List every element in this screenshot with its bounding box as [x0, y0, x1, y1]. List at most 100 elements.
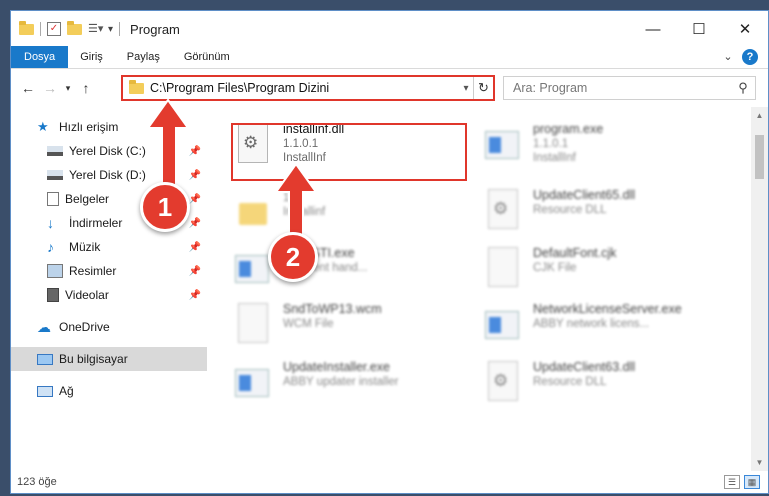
address-dropdown-icon[interactable]: ▾ — [459, 83, 473, 94]
file-item[interactable]: program.exe 1.1.0.1 InstallInf — [485, 119, 735, 179]
new-folder-icon[interactable] — [67, 20, 82, 35]
help-icon[interactable]: ? — [742, 49, 758, 65]
pin-icon: 📌 — [188, 289, 201, 301]
file-name: NetworkLicenseServer.exe — [533, 302, 682, 316]
scrollbar-thumb[interactable] — [755, 135, 764, 179]
properties-icon[interactable]: ✓ — [47, 22, 61, 36]
file-description: Resource DLL — [533, 376, 607, 388]
sidebar-item-music[interactable]: ♪ Müzik 📌 — [11, 235, 207, 259]
file-name: UpdateInstaller.exe — [283, 360, 391, 374]
window-controls: — ☐ ✕ — [630, 11, 768, 47]
file-item[interactable]: NetworkLicenseServer.exe ABBY network li… — [485, 299, 735, 359]
file-item[interactable]: DefaultFont.cjk CJK File — [485, 243, 735, 303]
close-button[interactable]: ✕ — [722, 11, 768, 47]
file-name: UpdateClient65.dll — [533, 188, 636, 202]
file-icon — [485, 247, 521, 291]
file-item[interactable]: UpdateClient63.dll Resource DLL — [485, 357, 735, 417]
pin-icon: 📌 — [188, 241, 201, 253]
file-name: SndToWP13.wcm — [283, 302, 382, 316]
up-button[interactable]: ↑ — [75, 80, 97, 96]
pin-icon: 📌 — [188, 265, 201, 277]
item-count: 123 öğe — [17, 476, 57, 488]
file-item[interactable]: UpdateClient65.dll Resource DLL — [485, 185, 735, 245]
file-description: WCM File — [283, 318, 334, 330]
sidebar-item-onedrive[interactable]: ☁ OneDrive — [11, 315, 207, 339]
navigation-bar: ← → ▾ ↑ C:\Program Files\Program Dizini … — [11, 69, 768, 107]
file-description: InstallInf — [533, 152, 576, 164]
dll-icon — [485, 189, 521, 233]
computer-icon — [37, 353, 53, 365]
sidebar-item-label: Yerel Disk (D:) — [69, 168, 146, 182]
toolbar-divider — [40, 22, 41, 36]
file-name: DefaultFont.cjk — [533, 246, 617, 260]
customize-icon[interactable]: ☰▾ — [88, 22, 103, 36]
step-2-badge: 2 — [268, 232, 318, 282]
file-item[interactable]: UpdateInstaller.exe ABBY updater install… — [235, 357, 485, 417]
address-path[interactable]: C:\Program Files\Program Dizini — [150, 81, 329, 95]
app-icon — [235, 361, 271, 405]
view-switcher: ☰ ▦ — [724, 475, 760, 489]
drive-icon — [47, 170, 63, 180]
file-name: UpdateClient63.dll — [533, 360, 636, 374]
sidebar-item-label: Hızlı erişim — [59, 120, 119, 134]
downloads-icon: ↓ — [47, 215, 54, 231]
search-placeholder[interactable]: Ara: Program — [513, 81, 587, 95]
ribbon-tabs: Dosya Giriş Paylaş Görünüm ⌄ ? — [11, 46, 768, 69]
expand-ribbon-icon[interactable]: ⌄ — [718, 46, 738, 68]
videos-icon — [47, 288, 59, 302]
file-name: program.exe — [533, 122, 604, 136]
sidebar-item-this-pc[interactable]: Bu bilgisayar — [11, 347, 207, 371]
content-area: ★ Hızlı erişim Yerel Disk (C:) 📌 Yerel D… — [11, 107, 768, 471]
star-icon: ★ — [37, 119, 49, 134]
search-box[interactable]: Ara: Program ⚲ — [503, 76, 756, 100]
search-icon[interactable]: ⚲ — [731, 80, 755, 96]
sidebar-item-videos[interactable]: Videolar 📌 — [11, 283, 207, 307]
file-description: CJK File — [533, 262, 577, 274]
forward-button[interactable]: → — [39, 80, 61, 96]
refresh-button[interactable]: ↻ — [473, 77, 493, 99]
back-button[interactable]: ← — [17, 80, 39, 96]
maximize-button[interactable]: ☐ — [676, 11, 722, 47]
documents-icon — [47, 192, 59, 206]
app-icon — [485, 123, 521, 167]
folder-icon — [129, 79, 144, 94]
tab-share[interactable]: Paylaş — [115, 46, 172, 68]
sidebar-item-label: OneDrive — [59, 320, 110, 334]
sidebar-item-network[interactable]: Ağ — [11, 379, 207, 403]
sidebar-item-label: Resimler — [69, 264, 117, 278]
large-icons-view-icon[interactable]: ▦ — [744, 475, 760, 489]
chevron-down-icon[interactable]: ▾ — [108, 24, 113, 35]
scroll-up-icon[interactable]: ▲ — [751, 111, 768, 120]
folder-icon — [19, 20, 34, 35]
recent-locations-button[interactable]: ▾ — [61, 83, 75, 94]
details-view-icon[interactable]: ☰ — [724, 475, 740, 489]
pin-icon: 📌 — [188, 217, 201, 229]
music-icon: ♪ — [47, 239, 54, 255]
file-version: 1.1.0.1 — [533, 138, 569, 150]
sidebar-item-pictures[interactable]: Resimler 📌 — [11, 259, 207, 283]
window-title: Program — [130, 21, 180, 37]
file-description: ABBY updater installer — [283, 376, 399, 388]
title-bar: ✓ ☰▾ ▾ Program — ☐ ✕ — [11, 11, 768, 47]
sidebar-item-label: Müzik — [69, 240, 101, 254]
minimize-button[interactable]: — — [630, 11, 676, 47]
vertical-scrollbar[interactable]: ▲ ▼ — [751, 107, 768, 471]
scroll-down-icon[interactable]: ▼ — [751, 458, 768, 467]
sidebar-item-label: İndirmeler — [69, 216, 123, 230]
sidebar-item-label: Videolar — [65, 288, 109, 302]
file-item[interactable]: SndToWP13.wcm WCM File — [235, 299, 485, 359]
tab-home[interactable]: Giriş — [68, 46, 115, 68]
cloud-icon: ☁ — [37, 319, 51, 335]
drive-icon — [47, 146, 63, 156]
file-icon — [235, 303, 271, 347]
explorer-window: ✓ ☰▾ ▾ Program — ☐ ✕ Dosya Giriş Paylaş … — [10, 10, 769, 494]
tab-view[interactable]: Görünüm — [172, 46, 242, 68]
pictures-icon — [47, 264, 63, 278]
tab-file[interactable]: Dosya — [11, 46, 69, 68]
file-description: Resource DLL — [533, 204, 607, 216]
dll-icon — [485, 361, 521, 405]
sidebar-item-label: Ağ — [59, 384, 74, 398]
sidebar-item-label: Bu bilgisayar — [59, 352, 128, 366]
sidebar-item-label: Belgeler — [65, 192, 110, 206]
toolbar-divider — [119, 22, 121, 36]
